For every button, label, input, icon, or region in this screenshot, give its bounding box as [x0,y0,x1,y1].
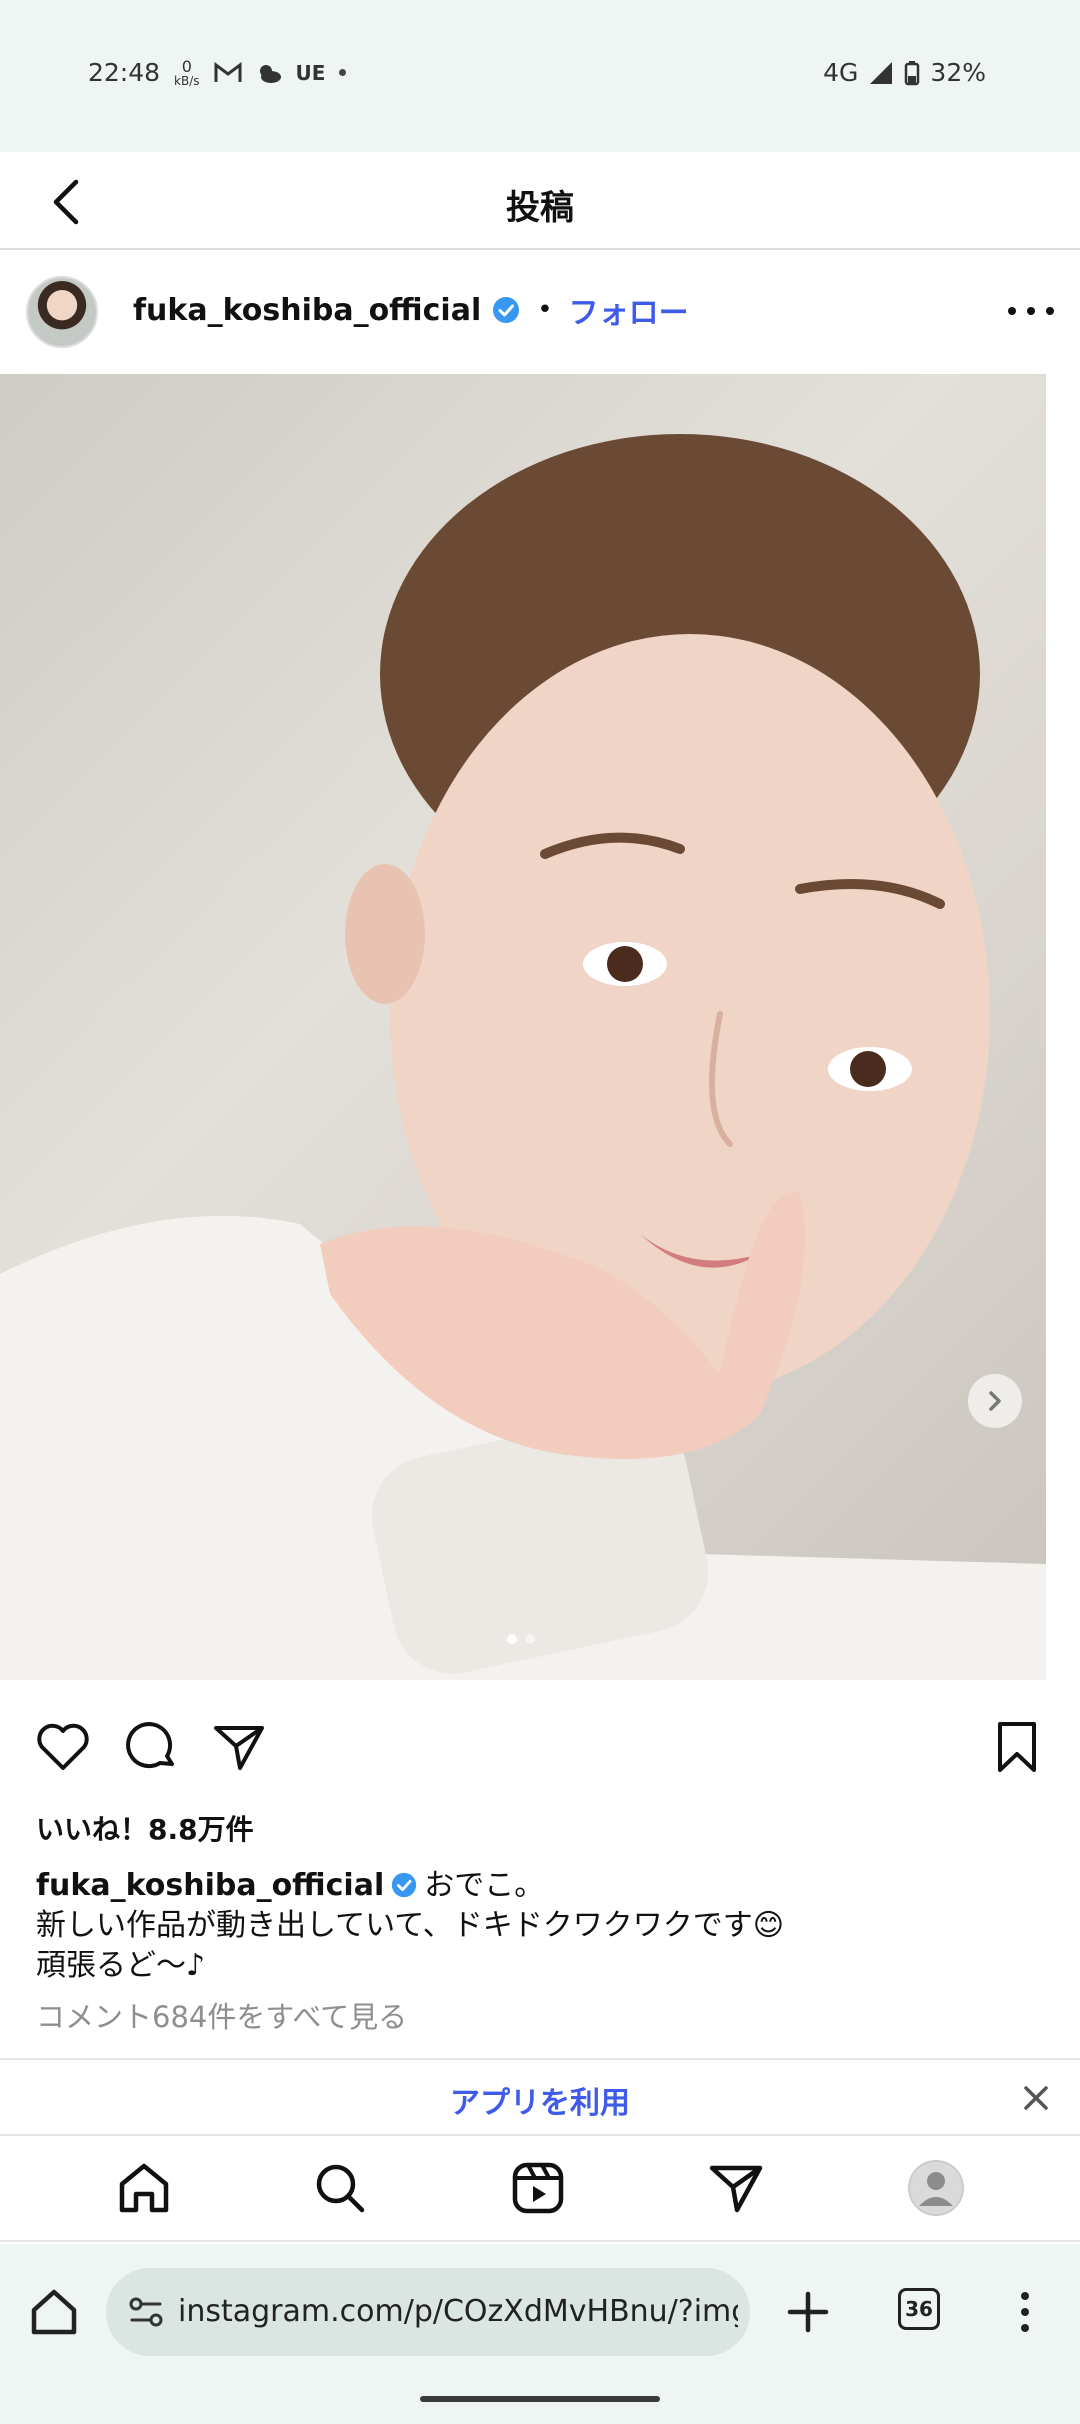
gmail-icon [214,61,242,82]
status-bar: 22:48 0 kB/s UE 4G 32% [0,0,1080,152]
more-options-icon[interactable] [1008,296,1054,326]
new-tab-plus-icon[interactable] [780,2284,836,2340]
reels-icon[interactable] [508,2158,568,2218]
chevron-right-icon [989,1391,1001,1411]
notification-dot [339,69,347,76]
carousel-dot-active [507,1634,517,1644]
url-text: instagram.com/p/COzXdMvHBnu/?img_ir [178,2294,738,2329]
avatar[interactable] [26,276,98,348]
top-bar: 投稿 [0,152,1080,250]
direct-message-icon[interactable] [706,2158,766,2218]
network-speed-value: 0 [181,56,192,76]
battery-icon [905,60,920,85]
bookmark-icon[interactable] [988,1718,1046,1776]
carrier-text: UE [295,60,326,85]
network-type: 4G [823,58,859,87]
browser-toolbar: instagram.com/p/COzXdMvHBnu/?img_ir 36 [0,2244,1080,2382]
post-header: fuka_koshiba_official • フォロー [0,252,1080,374]
gesture-handle[interactable] [420,2396,660,2402]
clock: 22:48 [88,58,161,87]
post-username[interactable]: fuka_koshiba_official [133,293,481,328]
battery-percent: 32% [930,58,986,87]
browser-home-icon[interactable] [26,2284,82,2340]
follow-button[interactable]: フォロー [569,288,689,332]
tab-switcher-button[interactable]: 36 [898,2288,940,2330]
weather-icon [259,64,281,83]
separator-dot: • [537,295,553,325]
caption-text-line3: 頑張るど〜♪ [36,1948,206,1983]
verified-badge-icon [392,1872,417,1898]
search-icon[interactable] [310,2158,370,2218]
profile-avatar-icon[interactable] [906,2158,966,2218]
site-settings-icon[interactable] [124,2290,168,2334]
page-title: 投稿 [506,188,574,228]
username-row: fuka_koshiba_official • フォロー [133,288,689,332]
verified-badge-icon [493,297,520,323]
carousel-next-button[interactable] [968,1374,1022,1428]
caption-text-line2: 新しい作品が動き出していて、ドキドクワクワクです😊 [36,1908,784,1943]
signal-icon [870,61,893,84]
close-icon[interactable] [1016,2078,1056,2118]
address-bar[interactable]: instagram.com/p/COzXdMvHBnu/?img_ir [106,2268,750,2356]
home-icon[interactable] [114,2158,174,2218]
instagram-bottom-nav [0,2138,1080,2242]
share-send-icon[interactable] [210,1718,268,1776]
caption-text-line1: おでこ。 [424,1868,545,1903]
open-app-button[interactable]: アプリを利用 [0,2078,1080,2122]
like-heart-icon[interactable] [34,1718,92,1776]
caption-username[interactable]: fuka_koshiba_official [36,1868,384,1903]
post-photo[interactable] [0,374,1046,1680]
post-actions [0,1718,1080,1778]
caption: fuka_koshiba_official おでこ。 新しい作品が動き出していて、… [36,1866,1036,1986]
open-app-banner: アプリを利用 [0,2058,1080,2136]
carousel-indicator [507,1634,535,1644]
gesture-area [0,2382,1080,2424]
likes-count[interactable]: いいね！8.8万件 [36,1808,254,1848]
comment-icon[interactable] [122,1718,180,1776]
browser-menu-icon[interactable] [1010,2284,1040,2340]
network-speed: 0 kB/s [174,56,200,88]
view-all-comments-link[interactable]: コメント684件をすべて見る [36,1994,407,2036]
caption-first-line: fuka_koshiba_official おでこ。 [36,1866,1036,1906]
status-left: 22:48 0 kB/s UE [88,56,347,88]
portrait-image [0,434,1046,1680]
network-speed-unit: kB/s [174,73,200,88]
carousel-dot [525,1634,535,1644]
status-right: 4G 32% [823,58,986,87]
